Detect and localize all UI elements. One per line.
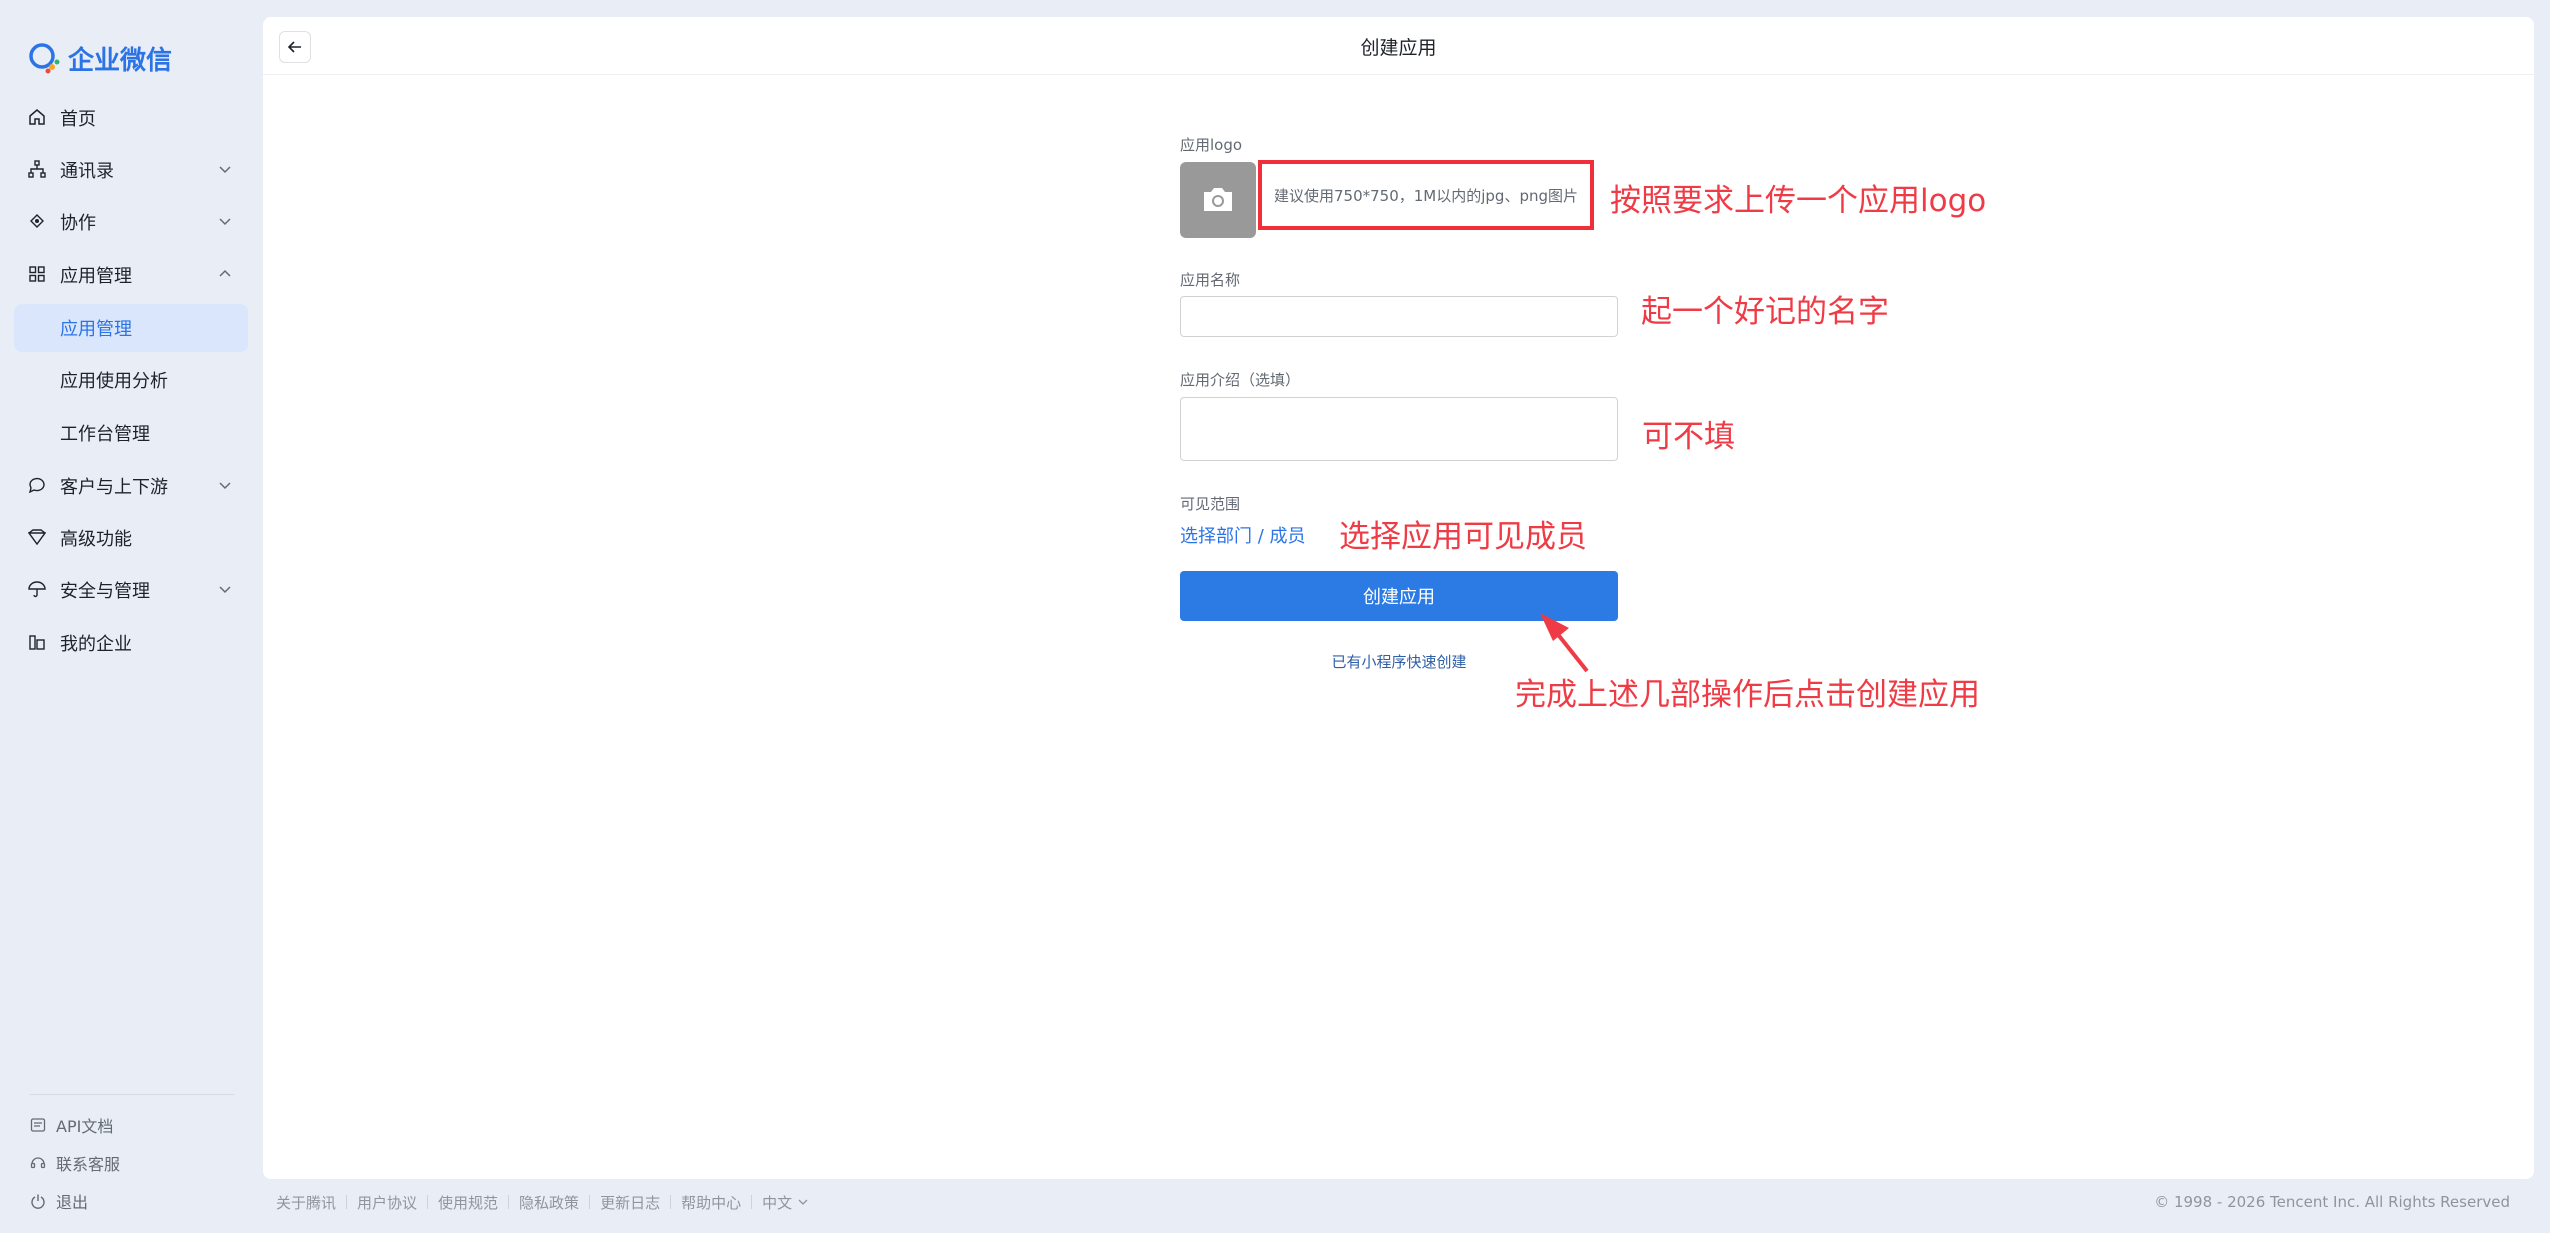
building-icon xyxy=(28,633,48,653)
footer-link-usage-rules[interactable]: 使用规范 xyxy=(438,1192,498,1213)
nav-sub-workbench-management[interactable]: 工作台管理 xyxy=(14,409,248,457)
annotation-submit: 完成上述几部操作后点击创建应用 xyxy=(1515,677,1980,713)
chat-bubble-icon xyxy=(28,476,48,496)
support-icon xyxy=(30,1157,46,1169)
logo-upload-hint: 建议使用750*750，1M以内的jpg、png图片 xyxy=(1273,186,1578,205)
nav-my-company[interactable]: 我的企业 xyxy=(14,619,248,667)
camera-icon xyxy=(1204,188,1232,211)
footer-link-help[interactable]: 帮助中心 xyxy=(681,1192,741,1213)
nav-advanced[interactable]: 高级功能 xyxy=(14,514,248,562)
footer-link-agreement[interactable]: 用户协议 xyxy=(357,1192,417,1213)
nav-contacts[interactable]: 通讯录 xyxy=(14,146,248,194)
nav-home-label: 首页 xyxy=(60,109,96,130)
footer-separator xyxy=(346,1195,348,1209)
nav-sub-app-management[interactable]: 应用管理 xyxy=(14,304,248,352)
nav-advanced-label: 高级功能 xyxy=(60,529,132,550)
apps-grid-icon xyxy=(28,265,48,285)
app-name-input[interactable] xyxy=(1180,296,1618,337)
nav-contacts-label: 通讯录 xyxy=(60,161,114,182)
diamond-icon xyxy=(28,528,48,548)
logo-upload[interactable] xyxy=(1180,162,1256,238)
nav-security[interactable]: 安全与管理 xyxy=(14,566,248,614)
wecom-logo[interactable]: 企业微信 xyxy=(26,38,172,78)
app-name-label: 应用名称 xyxy=(1180,271,1241,289)
nav-sub-app-usage-analysis-label: 应用使用分析 xyxy=(60,371,168,392)
top-bar: 创建应用 xyxy=(263,17,2534,75)
nav-collab-label: 协作 xyxy=(60,213,96,234)
power-icon xyxy=(31,1194,45,1209)
footer-link-changelog[interactable]: 更新日志 xyxy=(600,1192,660,1213)
footer-separator xyxy=(751,1195,753,1209)
annotation-intro: 可不填 xyxy=(1642,419,1735,455)
contact-support-label: 联系客服 xyxy=(56,1155,121,1174)
select-members-link[interactable]: 选择部门 / 成员 xyxy=(1180,522,1306,548)
annotation-name: 起一个好记的名字 xyxy=(1641,294,1889,330)
api-docs-label: API文档 xyxy=(56,1117,114,1136)
nav-my-company-label: 我的企业 xyxy=(60,634,132,655)
language-selector[interactable]: 中文 xyxy=(762,1192,792,1213)
wecom-logo-icon xyxy=(29,43,60,74)
nav-security-label: 安全与管理 xyxy=(60,581,150,602)
logout-label: 退出 xyxy=(56,1193,89,1212)
footer-link-privacy[interactable]: 隐私政策 xyxy=(519,1192,579,1213)
page-title: 创建应用 xyxy=(1360,37,1437,59)
nav-collab[interactable]: 协作 xyxy=(14,198,248,246)
nav-sub-workbench-management-label: 工作台管理 xyxy=(60,424,150,445)
logout-link[interactable]: 退出 xyxy=(30,1186,88,1216)
footer-separator xyxy=(589,1195,591,1209)
visible-scope-label: 可见范围 xyxy=(1180,495,1241,513)
sidebar-divider xyxy=(30,1094,234,1095)
annotation-scope: 选择应用可见成员 xyxy=(1339,519,1587,555)
chevron-down-icon xyxy=(219,218,231,226)
api-doc-icon xyxy=(30,1118,46,1132)
annotation-logo: 按照要求上传一个应用logo xyxy=(1610,183,1987,219)
nav-customers[interactable]: 客户与上下游 xyxy=(14,462,248,510)
nav-customers-label: 客户与上下游 xyxy=(60,477,168,498)
footer-separator xyxy=(427,1195,429,1209)
footer-separator xyxy=(508,1195,510,1209)
sidebar: 企业微信 首页 通讯录 协作 应用管理 应用管理 应用使用分析 工作台管理 客户… xyxy=(0,0,262,1233)
brand-name: 企业微信 xyxy=(68,45,173,76)
nav-home[interactable]: 首页 xyxy=(14,94,248,142)
chevron-down-icon xyxy=(219,586,231,594)
collab-icon xyxy=(28,212,48,232)
contact-support-link[interactable]: 联系客服 xyxy=(30,1148,120,1178)
chevron-down-icon xyxy=(219,482,231,490)
umbrella-icon xyxy=(28,580,48,600)
api-docs-link[interactable]: API文档 xyxy=(30,1110,113,1140)
logo-label: 应用logo xyxy=(1180,136,1243,154)
org-tree-icon xyxy=(28,160,48,180)
home-icon xyxy=(28,108,48,128)
app-intro-textarea[interactable] xyxy=(1180,397,1618,461)
nav-app-management[interactable]: 应用管理 xyxy=(14,251,248,299)
chevron-up-icon xyxy=(219,269,231,277)
main-panel: 创建应用 应用logo 建议使用750*750，1M以内的jpg、png图片 应… xyxy=(263,17,2534,1179)
footer-link-about[interactable]: 关于腾讯 xyxy=(276,1192,336,1213)
chevron-down-icon xyxy=(798,1199,808,1205)
footer-links: 关于腾讯 用户协议 使用规范 隐私政策 更新日志 帮助中心 中文 xyxy=(276,1190,810,1214)
app-intro-label: 应用介绍（选填） xyxy=(1180,371,1301,389)
nav-sub-app-management-label: 应用管理 xyxy=(60,319,132,340)
copyright: © 1998 - 2026 Tencent Inc. All Rights Re… xyxy=(2154,1193,2510,1211)
nav-app-management-label: 应用管理 xyxy=(60,266,132,287)
chevron-down-icon xyxy=(219,166,231,174)
footer-separator xyxy=(670,1195,672,1209)
nav-sub-app-usage-analysis[interactable]: 应用使用分析 xyxy=(14,356,248,404)
create-app-button[interactable]: 创建应用 xyxy=(1180,571,1618,621)
